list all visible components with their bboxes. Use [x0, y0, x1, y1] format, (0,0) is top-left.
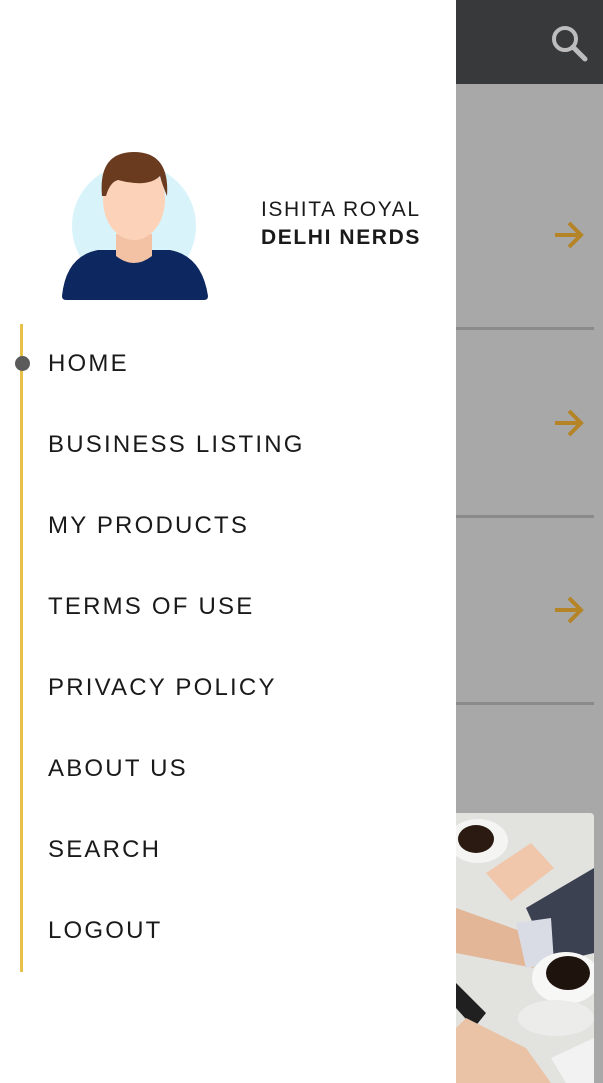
arrow-right-icon[interactable]: [552, 218, 586, 252]
menu-item-my-products[interactable]: MY PRODUCTS: [48, 506, 249, 546]
user-organization: DELHI NERDS: [261, 226, 421, 249]
menu-item-home[interactable]: HOME: [48, 344, 129, 384]
menu-accent-line: [20, 324, 23, 972]
list-item[interactable]: [456, 330, 603, 518]
list-item[interactable]: [456, 84, 603, 330]
menu-item-business-listing[interactable]: BUSINESS LISTING: [48, 425, 305, 465]
profile-header[interactable]: ISHITA ROYAL DELHI NERDS: [0, 140, 456, 305]
drawer-menu: HOME BUSINESS LISTING MY PRODUCTS TERMS …: [0, 324, 456, 972]
menu-item-about-us[interactable]: ABOUT US: [48, 749, 188, 789]
arrow-right-icon[interactable]: [552, 406, 586, 440]
navigation-drawer: ISHITA ROYAL DELHI NERDS HOME BUSINESS L…: [0, 0, 456, 1083]
active-indicator-dot: [15, 356, 30, 371]
search-icon[interactable]: [548, 22, 590, 64]
menu-item-terms-of-use[interactable]: TERMS OF USE: [48, 587, 254, 627]
list-item[interactable]: [456, 518, 603, 705]
menu-item-privacy-policy[interactable]: PRIVACY POLICY: [48, 668, 277, 708]
menu-item-search[interactable]: SEARCH: [48, 830, 161, 870]
menu-item-logout[interactable]: LOGOUT: [48, 911, 163, 951]
arrow-right-icon[interactable]: [552, 593, 586, 627]
divider: [456, 702, 594, 705]
business-meeting-photo: [456, 813, 594, 1083]
user-avatar-icon: [62, 152, 208, 300]
user-name: ISHITA ROYAL: [261, 198, 421, 221]
